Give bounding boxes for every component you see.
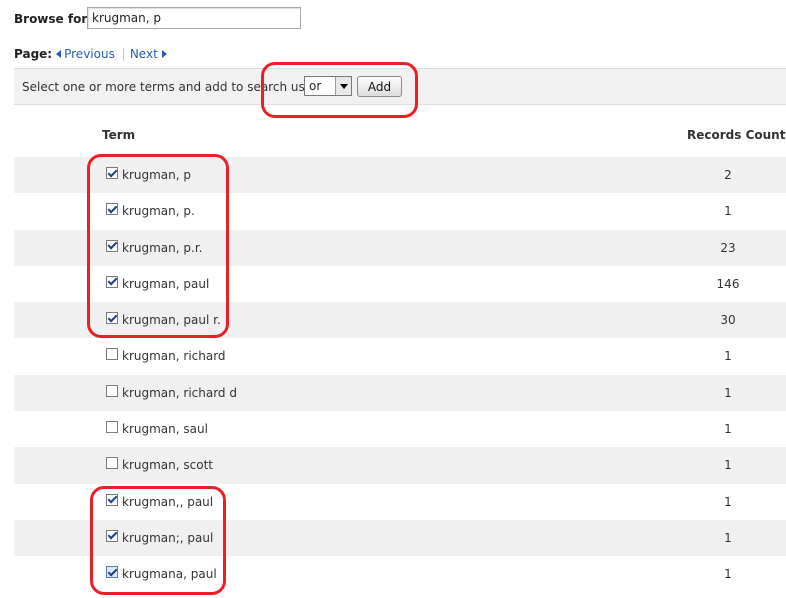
table-row: krugman, scott 1 <box>14 447 786 484</box>
records-count: 30 <box>720 313 736 328</box>
page-label: Page: <box>14 47 53 61</box>
term-checkbox[interactable] <box>106 421 118 434</box>
records-count: 146 <box>716 276 740 291</box>
operator-value: or <box>309 79 322 93</box>
pagination: Page: Previous Next <box>14 47 167 61</box>
term-checkbox[interactable] <box>106 566 118 579</box>
browse-row: Browse for: <box>14 7 301 31</box>
browse-input[interactable] <box>87 7 301 29</box>
records-count: 23 <box>720 240 736 255</box>
term-column-header: Term <box>102 128 136 142</box>
records-count: 1 <box>724 385 732 400</box>
records-count: 1 <box>724 458 732 473</box>
term-label: krugman, scott <box>122 458 213 473</box>
operator-select[interactable]: or <box>304 76 352 96</box>
term-checkbox[interactable] <box>106 529 118 542</box>
term-checkbox[interactable] <box>106 493 118 506</box>
term-checkbox[interactable] <box>106 203 118 216</box>
records-count: 1 <box>724 349 732 364</box>
term-label: krugman, paul <box>122 276 210 291</box>
table-row: krugman, richard d 1 <box>14 374 786 412</box>
term-label: krugman, richard d <box>122 385 237 400</box>
term-label: krugman, paul r. <box>122 313 221 328</box>
term-checkbox[interactable] <box>106 275 118 288</box>
term-label: krugman, p.r. <box>122 240 203 255</box>
toolbar-instruction: Select one or more terms and add to sear… <box>22 80 328 94</box>
chevron-left-icon <box>56 50 62 58</box>
term-checkbox[interactable] <box>106 348 118 361</box>
table-row: krugman, paul r. 30 <box>14 302 786 339</box>
term-label: krugman;, paul <box>122 530 214 545</box>
term-label: krugmana, paul <box>122 567 217 582</box>
next-link[interactable]: Next <box>130 47 167 61</box>
table-row: krugman, richard 1 <box>14 338 786 375</box>
term-checkbox[interactable] <box>106 457 118 470</box>
records-count-column-header: Records Count <box>687 128 786 142</box>
records-count: 1 <box>724 530 732 545</box>
term-checkbox[interactable] <box>106 384 118 397</box>
table-row: krugmana, paul 1 <box>14 556 786 593</box>
next-label: Next <box>129 47 158 61</box>
records-count: 1 <box>724 494 732 509</box>
table-row: krugman, saul 1 <box>14 411 786 448</box>
term-checkbox[interactable] <box>106 312 118 325</box>
add-button[interactable]: Add <box>357 76 402 97</box>
table-row: krugman, p.r. 23 <box>14 229 786 266</box>
table-row: krugman, paul 146 <box>14 265 786 303</box>
chevron-right-icon <box>161 50 167 58</box>
table-row: krugman, p 2 <box>14 157 786 194</box>
records-count: 1 <box>724 567 732 582</box>
records-count: 2 <box>724 168 732 182</box>
term-label: krugman, richard <box>122 349 226 364</box>
records-count: 1 <box>724 422 732 437</box>
previous-link[interactable]: Previous <box>56 47 115 61</box>
table-row: krugman;, paul 1 <box>14 519 786 557</box>
term-label: krugman, p <box>122 168 191 182</box>
term-checkbox[interactable] <box>106 239 118 252</box>
table-row: krugman, p. 1 <box>14 193 786 230</box>
term-label: krugman, saul <box>122 422 208 437</box>
term-checkbox[interactable] <box>106 167 118 179</box>
term-label: krugman, p. <box>122 204 195 219</box>
table-row: krugman,, paul 1 <box>14 483 786 520</box>
dropdown-arrow-icon[interactable] <box>335 77 351 95</box>
browse-label: Browse for: <box>14 12 93 26</box>
pagination-divider <box>122 47 124 61</box>
term-label: krugman,, paul <box>122 494 214 509</box>
terms-table: krugman, p 2 krugman, p. 1 krugman, p.r. 23 kr… <box>14 157 786 593</box>
records-count: 1 <box>724 204 732 219</box>
previous-label: Previous <box>64 47 115 61</box>
add-terms-toolbar: Select one or more terms and add to sear… <box>14 68 786 105</box>
